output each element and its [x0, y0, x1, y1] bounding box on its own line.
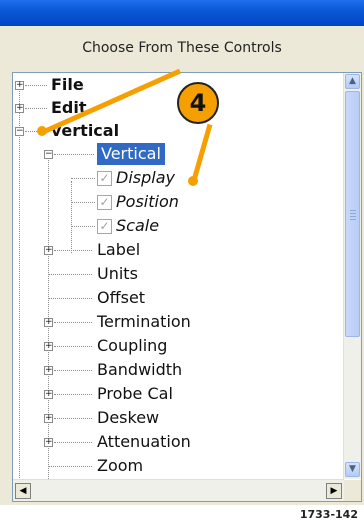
expand-icon[interactable]: + [15, 104, 24, 113]
tree-label: Zoom [97, 456, 144, 475]
tree-connector [49, 298, 92, 299]
tree-item-zoom[interactable]: Zoom [13, 455, 343, 477]
expand-icon[interactable]: + [44, 390, 53, 399]
tree-item-units[interactable]: Units [13, 263, 343, 285]
tree-connector [54, 346, 92, 347]
tree-label: Probe Cal [97, 384, 173, 403]
tree-connector [49, 274, 92, 275]
expand-icon[interactable]: + [44, 414, 53, 423]
scrollbar-corner [344, 480, 361, 501]
scroll-up-button[interactable]: ▲ [345, 74, 360, 89]
window-titlebar [0, 0, 364, 26]
grip-line [350, 213, 356, 214]
tree-connector [71, 226, 95, 227]
tree-connector [49, 466, 92, 467]
checkbox-icon[interactable]: ✓ [97, 219, 112, 234]
tree-label-selected: Vertical [97, 143, 165, 165]
tree-label: Coupling [97, 336, 168, 355]
tree-connector [54, 322, 92, 323]
vertical-scrollbar[interactable]: ▲ ▼ [343, 73, 361, 479]
scroll-left-button[interactable]: ◀ [15, 483, 31, 499]
scroll-thumb[interactable] [345, 91, 360, 337]
tree-item-position[interactable]: ✓ Position [13, 191, 343, 213]
panel-heading: Choose From These Controls [82, 40, 282, 56]
expand-icon[interactable]: + [44, 366, 53, 375]
tree-item-bandwidth[interactable]: + Bandwidth [13, 359, 343, 381]
tree-label: Deskew [97, 408, 160, 427]
tree-label: Termination [97, 312, 191, 331]
expand-icon[interactable]: + [44, 438, 53, 447]
scroll-down-button[interactable]: ▼ [345, 462, 360, 477]
tree-item-termination[interactable]: + Termination [13, 311, 343, 333]
tree-label: Units [97, 264, 138, 283]
tree-item-file[interactable]: + File [13, 74, 343, 96]
callout-number-badge: 4 [177, 82, 219, 124]
controls-tree[interactable]: + File + Edit − vertical − Vertical ✓ Di… [12, 72, 362, 502]
tree-label: Position [116, 192, 179, 211]
collapse-icon[interactable]: − [15, 127, 24, 136]
tree-item-coupling[interactable]: + Coupling [13, 335, 343, 357]
expand-icon[interactable]: + [44, 342, 53, 351]
checkbox-icon[interactable]: ✓ [97, 195, 112, 210]
grip-line [350, 210, 356, 211]
collapse-icon[interactable]: − [44, 150, 53, 159]
tree-connector [71, 202, 95, 203]
chevron-right-icon: ▶ [330, 486, 338, 496]
tree-connector [71, 178, 95, 179]
grip-line [350, 216, 356, 217]
tree-label: Offset [97, 288, 146, 307]
chevron-left-icon: ◀ [19, 486, 27, 496]
tree-label: Scale [116, 216, 160, 235]
chevron-up-icon: ▲ [349, 76, 356, 86]
grip-line [350, 219, 356, 220]
tree-item-vertical[interactable]: − Vertical [13, 143, 343, 165]
tree-connector [25, 85, 47, 86]
horizontal-scrollbar[interactable]: ◀ ▶ [13, 479, 344, 501]
tree-connector [54, 418, 92, 419]
chevron-down-icon: ▼ [349, 464, 356, 474]
tree-item-display[interactable]: ✓ Display [13, 167, 343, 189]
tree-label: Label [97, 240, 141, 259]
tree-label: Display [116, 168, 175, 187]
tree-item-offset[interactable]: Offset [13, 287, 343, 309]
tree-item-scale[interactable]: ✓ Scale [13, 215, 343, 237]
tree-connector [54, 442, 92, 443]
tree-connector [54, 370, 92, 371]
tree-label: Attenuation [97, 432, 191, 451]
tree-item-deskew[interactable]: + Deskew [13, 407, 343, 429]
callout-endpoint [188, 176, 198, 186]
expand-icon[interactable]: + [15, 81, 24, 90]
tree-connector [54, 394, 92, 395]
expand-icon[interactable]: + [44, 318, 53, 327]
tree-label: Bandwidth [97, 360, 183, 379]
tree-item-attenuation[interactable]: + Attenuation [13, 431, 343, 453]
scroll-right-button[interactable]: ▶ [326, 483, 342, 499]
tree-item-label[interactable]: + Label [13, 239, 343, 261]
figure-id: 1733-142 [299, 508, 358, 521]
tree-connector [54, 250, 92, 251]
callout-endpoint [37, 126, 47, 136]
checkbox-icon[interactable]: ✓ [97, 171, 112, 186]
tree-label: File [51, 75, 84, 94]
tree-connector [25, 108, 47, 109]
expand-icon[interactable]: + [44, 246, 53, 255]
tree-connector [54, 154, 94, 155]
tree-item-probe-cal[interactable]: + Probe Cal [13, 383, 343, 405]
